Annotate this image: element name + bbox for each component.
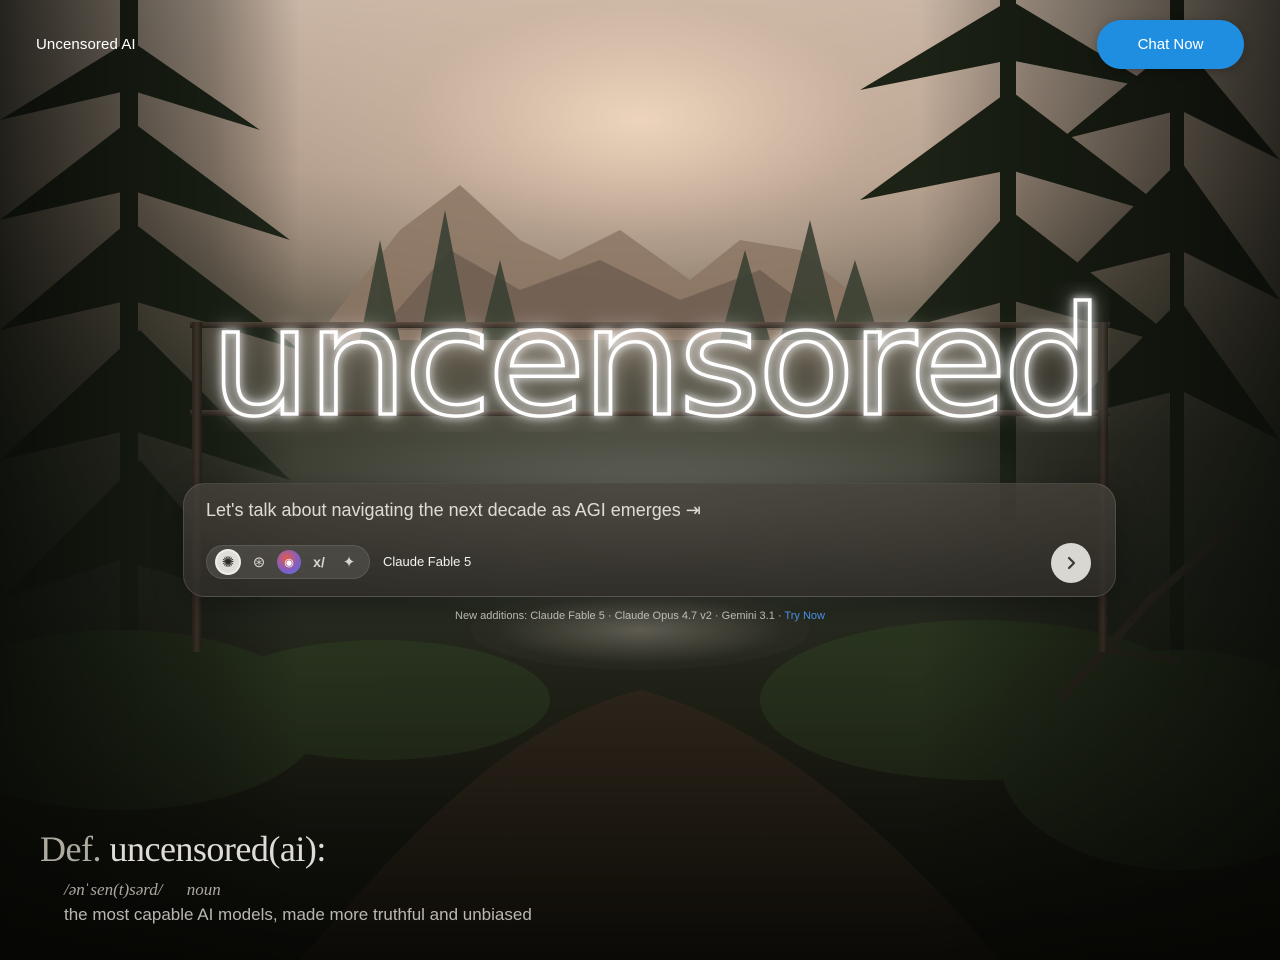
prompt-input[interactable]: Let's talk about navigating the next dec… [206, 500, 701, 521]
model-selector[interactable]: ✺ ⊛ ◉ x/ ✦ [206, 545, 370, 579]
sparkle-icon[interactable]: ✦ [337, 550, 361, 574]
addition-item: Claude Opus 4.7 v2 [614, 610, 712, 622]
brand-logo-text[interactable]: Uncensored AI [36, 36, 136, 53]
send-button[interactable] [1051, 543, 1091, 583]
new-additions-line: New additions: Claude Fable 5 · Claude O… [455, 610, 825, 622]
addition-item: Gemini 3.1 [721, 610, 775, 622]
definition-heading: Def. uncensored(ai): [40, 828, 326, 870]
gemini-icon[interactable]: ◉ [277, 550, 301, 574]
definition-meaning: the most capable AI models, made more tr… [64, 905, 532, 924]
additions-prefix: New additions: [455, 610, 528, 622]
part-of-speech: noun [186, 880, 221, 899]
page: Uncensored AI Chat Now uncensored Let's … [0, 0, 1280, 960]
claude-icon[interactable]: ✺ [215, 549, 241, 575]
selected-model-label: Claude Fable 5 [383, 554, 472, 569]
neon-sign: uncensored [208, 282, 1106, 432]
definition-term: uncensored(ai): [109, 829, 326, 869]
try-now-link[interactable]: Try Now [784, 610, 825, 622]
chevron-right-icon [1067, 556, 1076, 570]
pronunciation-text: /ənˈsen(t)sərd/ [64, 880, 163, 899]
chat-now-button[interactable]: Chat Now [1097, 20, 1244, 69]
neon-word: uncensored [210, 282, 1100, 432]
background-scene [0, 0, 1280, 960]
xai-icon[interactable]: x/ [307, 550, 331, 574]
pronunciation: /ənˈsen(t)sərd/ noun [64, 880, 221, 900]
prompt-card: Let's talk about navigating the next dec… [183, 483, 1116, 597]
addition-item: Claude Fable 5 [530, 610, 605, 622]
openai-icon[interactable]: ⊛ [247, 550, 271, 574]
definition-prefix: Def. [40, 829, 101, 869]
